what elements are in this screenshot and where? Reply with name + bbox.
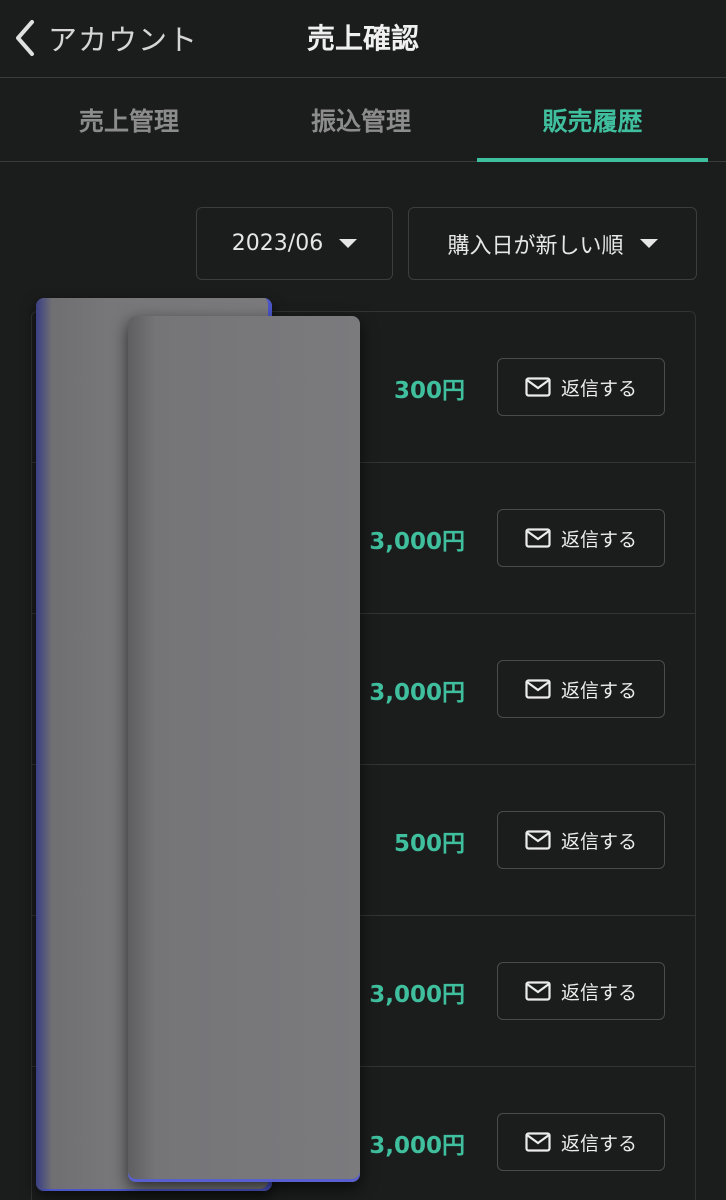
mail-icon bbox=[525, 528, 551, 548]
reply-button[interactable]: 返信する bbox=[497, 509, 665, 567]
reply-button-label: 返信する bbox=[560, 830, 637, 853]
sale-price: 3,000円 bbox=[369, 1132, 465, 1159]
header: アカウント 売上確認 bbox=[0, 0, 726, 78]
mail-icon bbox=[525, 679, 551, 699]
reply-button[interactable]: 返信する bbox=[497, 358, 665, 416]
tab-transfer-management[interactable]: 振込管理 bbox=[252, 78, 470, 162]
tab-sales-history[interactable]: 販売履歴 bbox=[477, 78, 708, 162]
page-title: 売上確認 bbox=[306, 22, 419, 55]
sale-price: 3,000円 bbox=[369, 679, 465, 706]
caret-down-icon bbox=[639, 239, 658, 248]
sale-price: 3,000円 bbox=[369, 528, 465, 555]
tab-bar: 売上管理 振込管理 販売履歴 bbox=[0, 78, 726, 162]
reply-button[interactable]: 返信する bbox=[497, 660, 665, 718]
mail-icon bbox=[525, 377, 551, 397]
month-select-value: 2023/06 bbox=[231, 231, 324, 256]
tab-sales-management[interactable]: 売上管理 bbox=[20, 78, 238, 162]
caret-down-icon bbox=[339, 239, 358, 248]
mail-icon bbox=[525, 1132, 551, 1152]
mail-icon bbox=[525, 830, 551, 850]
reply-button-label: 返信する bbox=[560, 679, 637, 702]
reply-button[interactable]: 返信する bbox=[497, 962, 665, 1020]
reply-button-label: 返信する bbox=[560, 377, 637, 400]
redaction-block bbox=[128, 316, 360, 1182]
reply-button-label: 返信する bbox=[560, 528, 637, 551]
sales-confirmation-screen: アカウント 売上確認 売上管理 振込管理 販売履歴 2023/06 購入日が新し… bbox=[0, 0, 726, 1200]
reply-button[interactable]: 返信する bbox=[497, 1113, 665, 1171]
active-tab-indicator bbox=[477, 158, 708, 162]
mail-icon bbox=[525, 981, 551, 1001]
reply-button-label: 返信する bbox=[560, 981, 637, 1004]
month-select[interactable]: 2023/06 bbox=[196, 207, 393, 280]
sort-select-value: 購入日が新しい順 bbox=[447, 233, 624, 259]
reply-button[interactable]: 返信する bbox=[497, 811, 665, 869]
sale-price: 500円 bbox=[393, 830, 465, 857]
sort-select[interactable]: 購入日が新しい順 bbox=[408, 207, 697, 280]
sale-price: 3,000円 bbox=[369, 981, 465, 1008]
sale-price: 300円 bbox=[393, 377, 465, 404]
reply-button-label: 返信する bbox=[560, 1132, 637, 1155]
